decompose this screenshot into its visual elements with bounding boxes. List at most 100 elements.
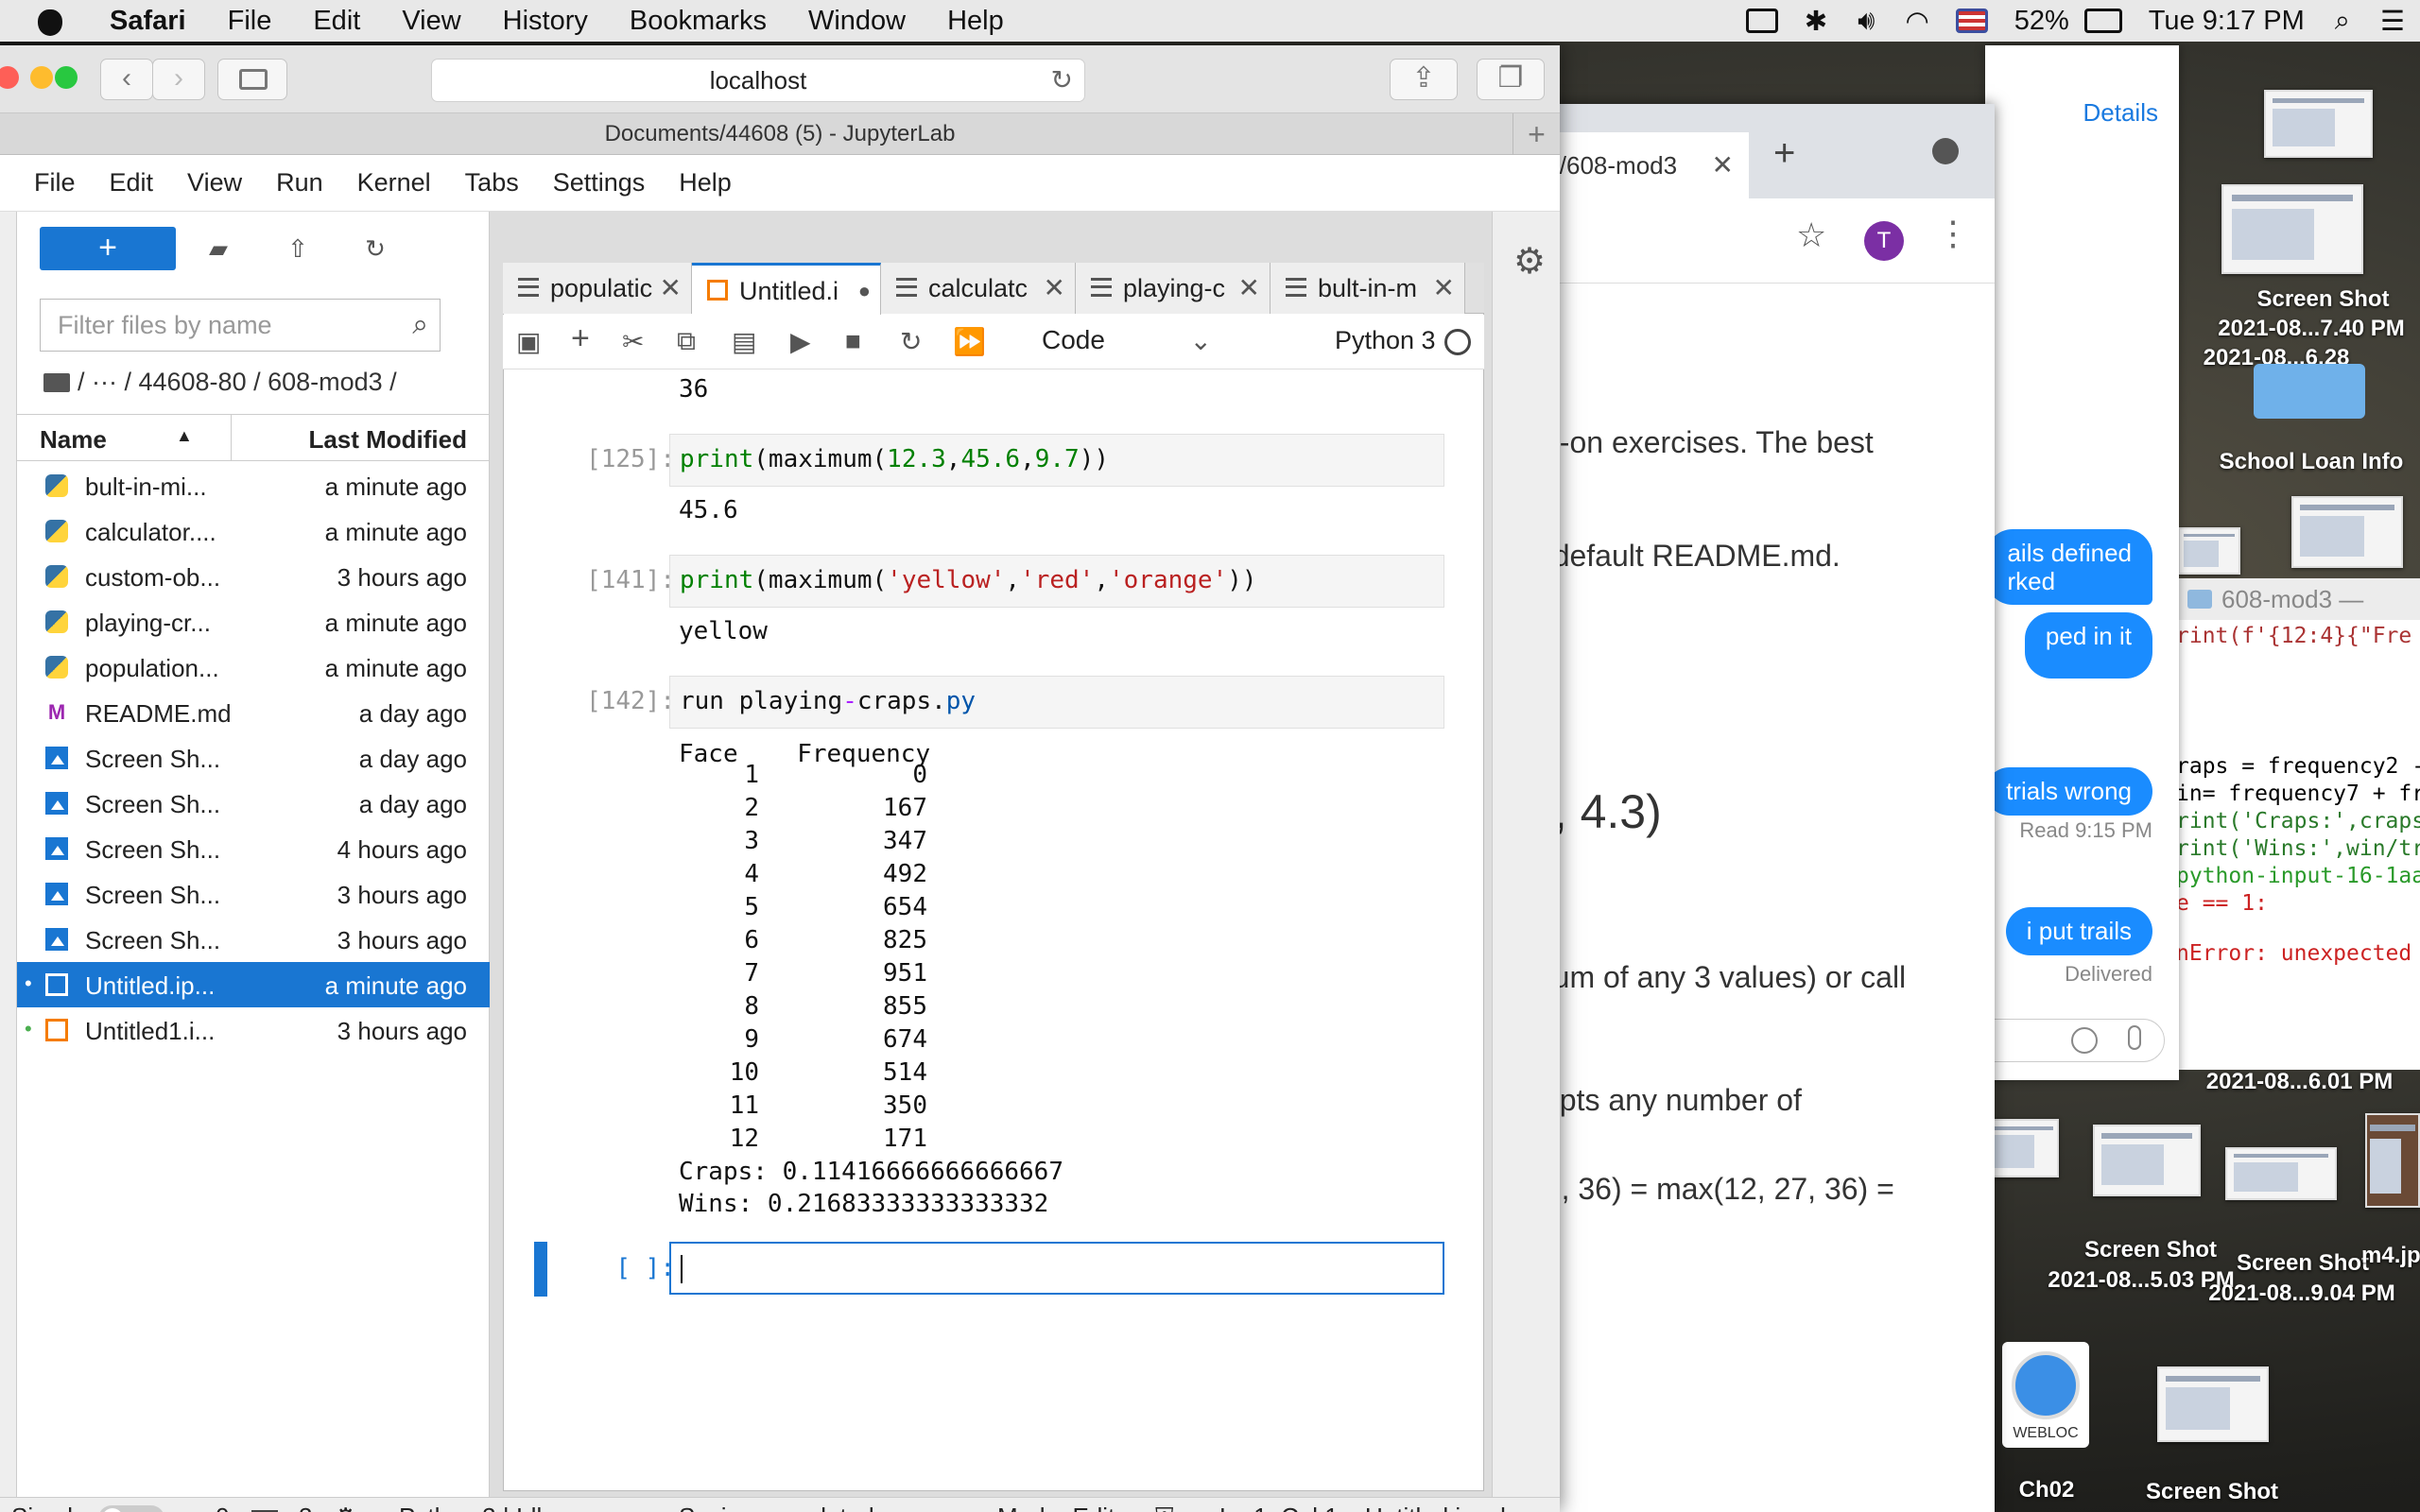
kernel-name[interactable]: Python 3 [1335, 326, 1436, 355]
chrome-address-bar[interactable]: ☆ T ⋮ [1512, 198, 1995, 284]
document-tab[interactable]: calculatc ✕ [881, 263, 1076, 314]
webloc-icon[interactable]: WEBLOC [2002, 1342, 2089, 1448]
folder-icon[interactable] [2254, 364, 2365, 419]
desktop-icon-label[interactable]: School Loan Info [2203, 448, 2420, 476]
copy-icon[interactable]: ⧉ [677, 326, 696, 357]
airplay-icon[interactable] [1745, 9, 1778, 33]
file-row[interactable]: Screen Sh... 3 hours ago [17, 917, 490, 962]
notebook-content[interactable]: 36 [125]: print(maximum(12.3,45.6,9.7)) … [504, 369, 1483, 1489]
close-tab-icon[interactable]: ✕ [1234, 272, 1260, 303]
sort-ascending-icon[interactable]: ▲ [176, 426, 193, 446]
menu-view[interactable]: View [381, 6, 481, 37]
minimize-window-button[interactable] [30, 66, 53, 89]
desktop-thumbnail[interactable] [2264, 90, 2373, 158]
desktop-thumbnail[interactable] [2093, 1125, 2201, 1196]
desktop-thumbnail[interactable] [2225, 1147, 2337, 1200]
menu-bookmarks[interactable]: Bookmarks [609, 6, 787, 37]
profile-avatar[interactable]: T [1864, 221, 1904, 261]
new-folder-icon[interactable]: ▰ [202, 232, 234, 265]
safari-window[interactable]: ‹ › localhost ↻ ⇪ ❐ Documents/44608 (5) … [0, 45, 1560, 1512]
reload-icon[interactable]: ↻ [1051, 60, 1073, 101]
jupyter-menu-help[interactable]: Help [645, 168, 732, 198]
property-inspector-gear-icon[interactable]: ⚙ [1513, 240, 1546, 283]
menu-history[interactable]: History [482, 6, 609, 37]
file-row[interactable]: calculator.... a minute ago [17, 508, 490, 554]
file-row[interactable]: • Untitled1.i... 3 hours ago [17, 1007, 490, 1053]
jupyter-menu-kernel[interactable]: Kernel [323, 168, 431, 198]
stop-icon[interactable]: ■ [845, 326, 861, 356]
desktop-icon-label[interactable]: 2021-08...6.01 PM [2179, 1068, 2420, 1096]
file-row[interactable]: Screen Sh... 4 hours ago [17, 826, 490, 871]
jupyter-menu-view[interactable]: View [153, 168, 242, 198]
forward-button[interactable]: › [152, 59, 205, 100]
left-sidebar-tabs[interactable] [0, 212, 17, 1497]
upload-icon[interactable]: ⇧ [282, 232, 314, 265]
desktop-icon-label[interactable]: Screen Shot [2118, 1478, 2307, 1506]
right-sidebar-tabs[interactable]: ⚙ [1492, 212, 1560, 1497]
terminal-count[interactable]: 0 [216, 1503, 229, 1512]
bluetooth-icon[interactable]: ✱ [1789, 5, 1842, 38]
messages-window[interactable]: Details ails defined rked ped in it trial… [1985, 45, 2179, 1080]
menubar-clock[interactable]: Tue 9:17 PM [2134, 6, 2320, 37]
file-filter-input[interactable]: Filter files by name ⌕ [40, 299, 441, 352]
notification-center-icon[interactable]: ☰ [2365, 5, 2420, 38]
code-cell-input[interactable]: print(maximum('yellow','red','orange')) [669, 555, 1444, 608]
refresh-icon[interactable]: ↻ [359, 232, 391, 265]
document-tab[interactable]: Untitled.i ● [692, 263, 881, 315]
close-tab-icon[interactable]: ✕ [1039, 272, 1065, 303]
simple-mode-toggle[interactable] [98, 1505, 164, 1512]
file-row[interactable]: playing-cr... a minute ago [17, 599, 490, 644]
desktop-icon-label[interactable]: Ch02 [1995, 1476, 2099, 1504]
jupyter-menu-file[interactable]: File [0, 168, 76, 198]
active-code-cell-input[interactable] [669, 1242, 1444, 1295]
desktop-thumbnail[interactable] [1987, 1119, 2059, 1177]
share-button[interactable]: ⇪ [1390, 59, 1458, 100]
menu-help[interactable]: Help [926, 6, 1025, 37]
microphone-icon[interactable] [2128, 1025, 2141, 1050]
new-tab-icon[interactable]: + [1512, 113, 1560, 155]
jupyter-menu-run[interactable]: Run [242, 168, 323, 198]
apple-icon[interactable] [28, 0, 70, 42]
kernel-status[interactable]: Python 3 | Idle [399, 1503, 556, 1512]
sidebar-toggle-button[interactable] [217, 59, 287, 100]
save-icon[interactable]: ▣ [516, 326, 541, 357]
document-tab[interactable]: playing-c ✕ [1076, 263, 1270, 314]
terminal-window[interactable]: 608-mod3 — rint(f'{12:4}{"Fre raps = fre… [2174, 578, 2420, 1070]
desktop-thumbnail[interactable] [2157, 1366, 2269, 1442]
code-cell-input[interactable]: run playing-craps.py [669, 676, 1444, 729]
message-input[interactable] [1985, 1019, 2165, 1062]
desktop-thumbnail[interactable] [2365, 1113, 2420, 1208]
unsaved-dot-icon[interactable]: ● [854, 279, 871, 303]
breadcrumb[interactable]: / ··· / 44608-80 / 608-mod3 / [43, 368, 397, 397]
star-icon[interactable]: ☆ [1796, 215, 1826, 255]
paste-icon[interactable]: ▤ [732, 326, 756, 357]
close-window-button[interactable] [0, 66, 19, 89]
address-bar[interactable]: localhost ↻ [431, 59, 1085, 102]
code-cell-input[interactable]: print(maximum(12.3,45.6,9.7)) [669, 434, 1444, 487]
trust-icon[interactable]: ⛨ [1155, 1503, 1174, 1512]
desktop-icon-label[interactable]: 2021-08...9.04 PM [2184, 1280, 2420, 1308]
details-link[interactable]: Details [2083, 98, 2158, 128]
menu-app-name[interactable]: Safari [89, 6, 207, 37]
file-row[interactable]: Screen Sh... a day ago [17, 735, 490, 781]
file-row[interactable]: bult-in-mi... a minute ago [17, 463, 490, 508]
insert-cell-icon[interactable]: + [571, 320, 590, 357]
menu-file[interactable]: File [207, 6, 293, 37]
desktop-icon-label[interactable]: m4.jp [2361, 1242, 2420, 1270]
file-row[interactable]: custom-ob... 3 hours ago [17, 554, 490, 599]
jupyter-menu-edit[interactable]: Edit [76, 168, 154, 198]
kernel-count[interactable]: 3 [299, 1503, 312, 1512]
tabs-overview-button[interactable]: ❐ [1477, 59, 1545, 100]
desktop-icon-label[interactable]: 2021-08...7.40 PM [2203, 315, 2420, 343]
run-icon[interactable]: ▶ [790, 326, 811, 357]
tab-search-icon[interactable] [1932, 138, 1959, 164]
close-tab-icon[interactable]: ✕ [655, 272, 682, 303]
run-all-icon[interactable]: ⏩ [953, 326, 986, 357]
cell-type-dropdown[interactable]: Code ⌄ [1042, 325, 1221, 355]
file-row[interactable]: • Untitled.ip... a minute ago [17, 962, 490, 1007]
cut-icon[interactable]: ✂ [622, 326, 644, 357]
document-tab[interactable]: bult-in-m ✕ [1270, 263, 1465, 314]
menu-window[interactable]: Window [787, 6, 926, 37]
desktop-icon-label[interactable]: Screen Shot [2236, 285, 2411, 314]
battery-icon[interactable] [2083, 9, 2122, 33]
